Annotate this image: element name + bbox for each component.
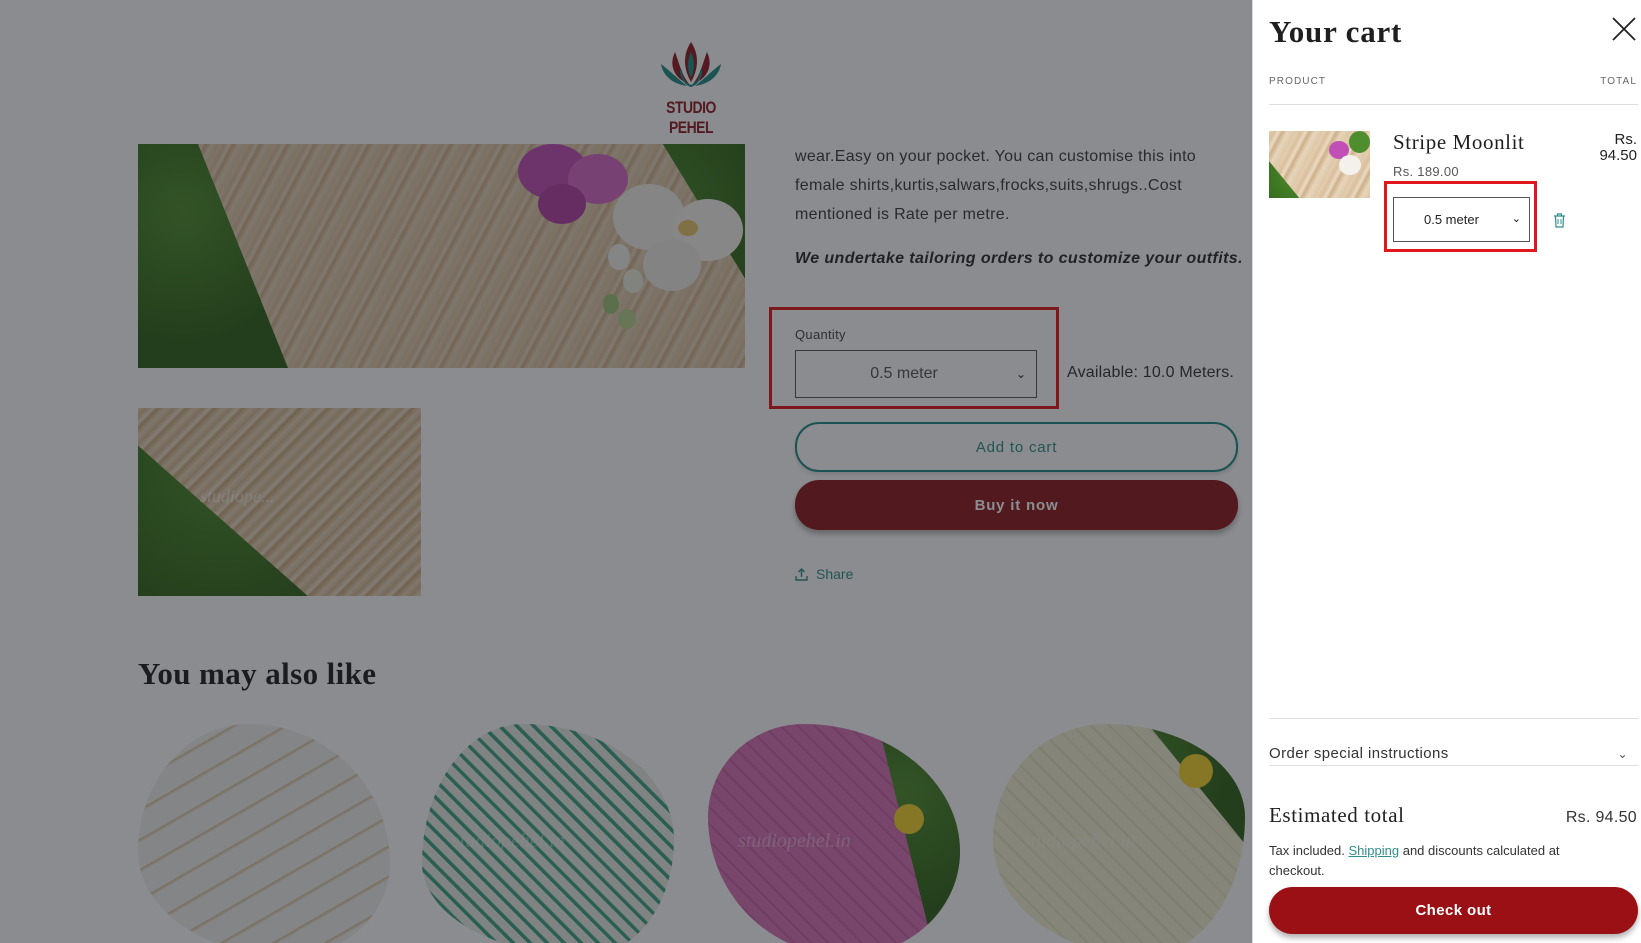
trash-icon[interactable] xyxy=(1553,213,1566,228)
tax-note: Tax included. Shipping and discounts cal… xyxy=(1269,841,1609,881)
shipping-link[interactable]: Shipping xyxy=(1349,843,1400,858)
close-cart-button[interactable] xyxy=(1610,15,1638,43)
cart-item-title[interactable]: Stripe Moonlit xyxy=(1393,130,1525,155)
cart-drawer: Your cart PRODUCT TOTAL Stripe Moonlit R… xyxy=(1252,0,1641,943)
cart-item-image[interactable] xyxy=(1269,131,1370,198)
chevron-down-icon: ⌄ xyxy=(1617,746,1628,761)
divider xyxy=(1269,765,1638,766)
cart-item-unit-price: Rs. 189.00 xyxy=(1393,164,1459,179)
chevron-down-icon: ⌄ xyxy=(1511,213,1521,225)
column-header-product: PRODUCT xyxy=(1269,76,1327,87)
divider xyxy=(1269,718,1638,719)
order-instructions-toggle[interactable]: Order special instructions ⌄ xyxy=(1269,745,1638,762)
cart-title: Your cart xyxy=(1269,14,1403,49)
line-total-currency: Rs. xyxy=(1614,131,1638,148)
page-overlay[interactable] xyxy=(0,0,1252,943)
estimated-total-label: Estimated total xyxy=(1269,803,1405,827)
divider xyxy=(1269,104,1638,105)
close-icon xyxy=(1612,17,1636,41)
column-header-total: TOTAL xyxy=(1600,76,1637,87)
line-total-amount: 94.50 xyxy=(1599,147,1637,164)
tax-prefix: Tax included. xyxy=(1269,843,1349,858)
order-instructions-label: Order special instructions xyxy=(1269,745,1449,762)
checkout-button[interactable]: Check out xyxy=(1269,887,1638,934)
cart-item-quantity-select[interactable]: 0.5 meter ⌄ xyxy=(1393,197,1530,242)
cart-item-line-total: Rs. 94.50 xyxy=(1577,132,1637,164)
cart-quantity-value: 0.5 meter xyxy=(1424,212,1479,227)
estimated-total-value: Rs. 94.50 xyxy=(1565,809,1637,826)
